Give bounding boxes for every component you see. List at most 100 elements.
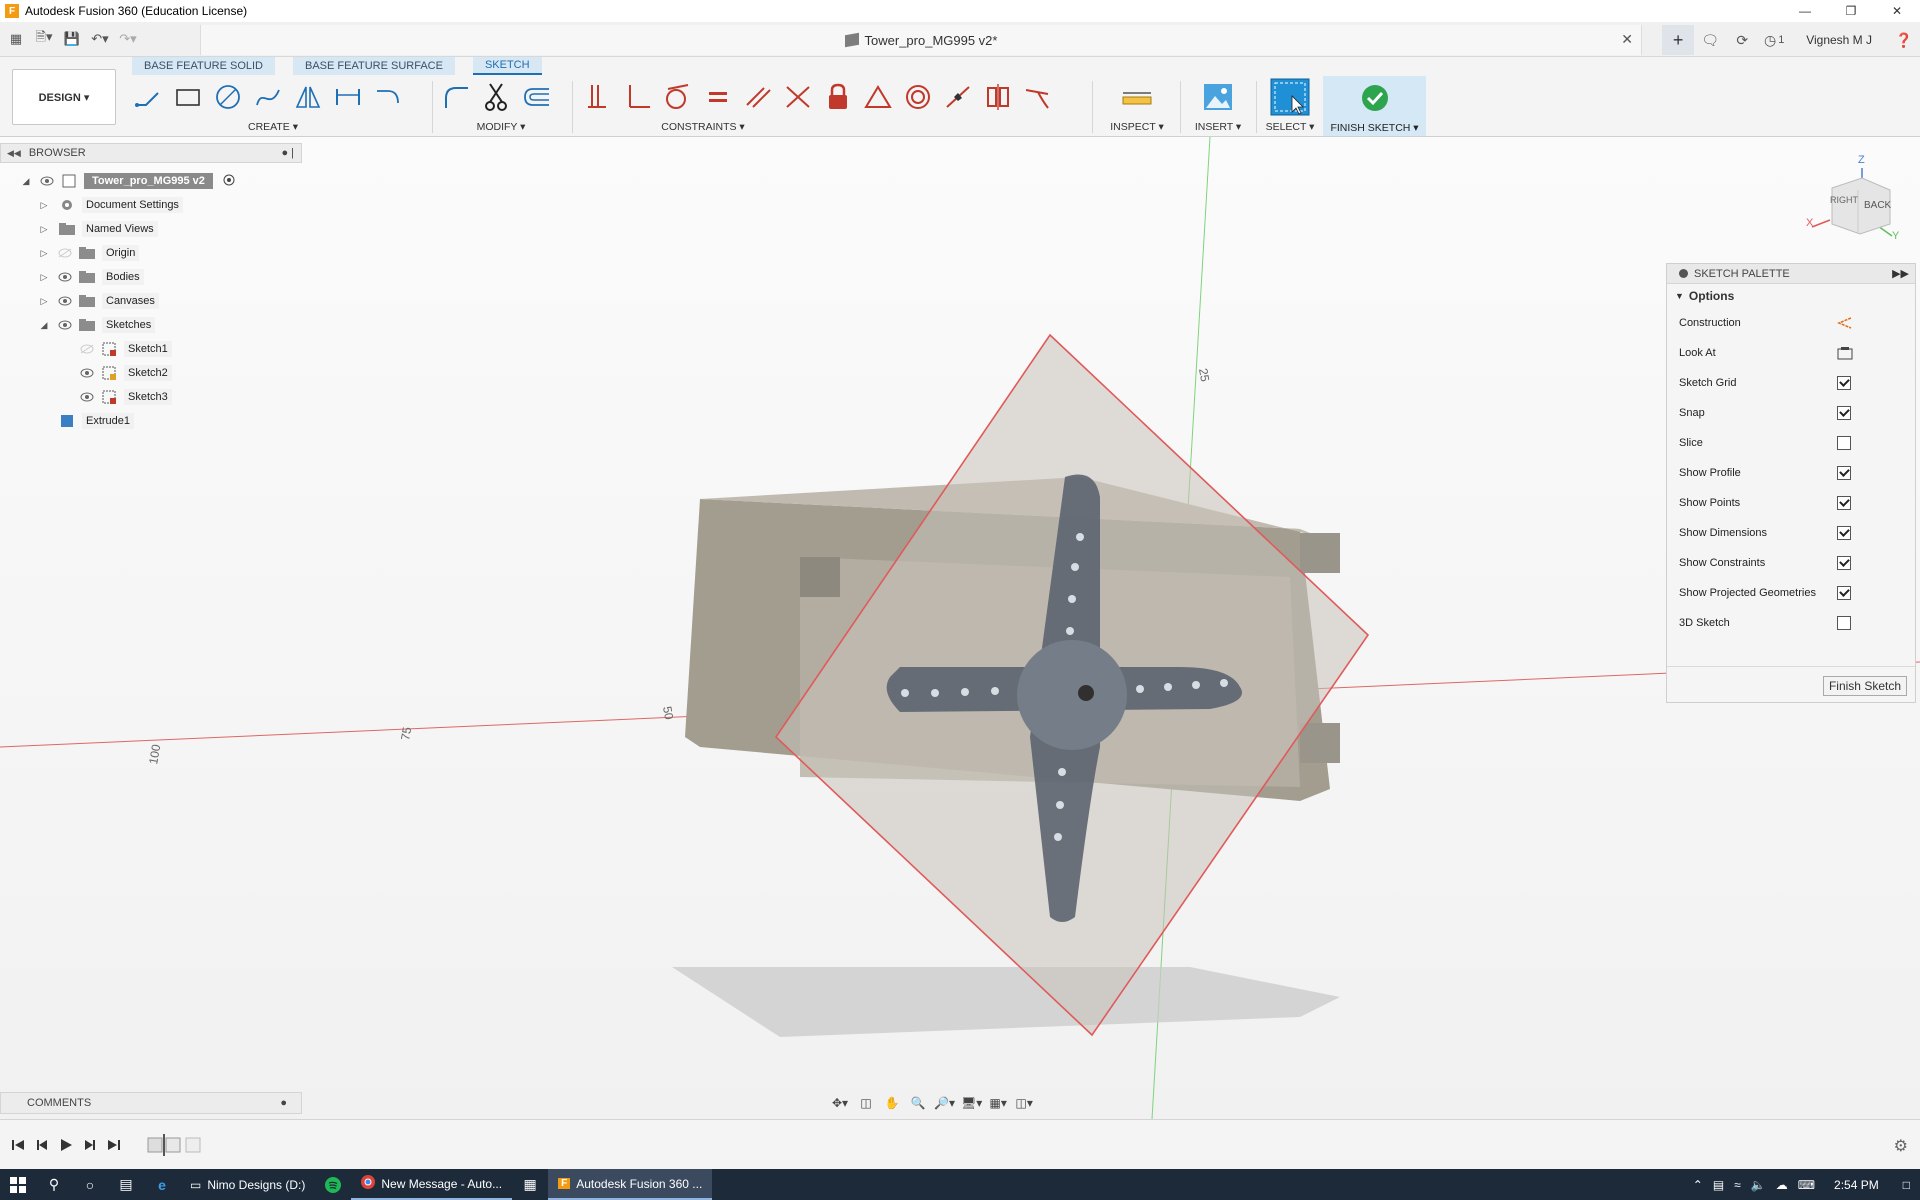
insert-group-label[interactable]: INSERT ▾ — [1184, 121, 1252, 133]
fit-zoom-icon[interactable]: 🔎▾ — [934, 1093, 955, 1113]
wifi-icon[interactable]: ≈ — [1729, 1178, 1746, 1192]
spline-tool-icon[interactable] — [248, 79, 288, 115]
symmetry-constraint-icon[interactable] — [978, 79, 1018, 115]
redo-icon[interactable]: ↷▾ — [116, 27, 140, 51]
go-to-end-icon[interactable] — [106, 1137, 122, 1153]
perpendicular-constraint-icon[interactable] — [618, 79, 658, 115]
finish-sketch-label[interactable]: FINISH SKETCH ▾ — [1323, 122, 1426, 134]
show-profile-checkbox[interactable] — [1837, 466, 1851, 480]
comments-panel[interactable]: COMMENTS ● — [0, 1092, 302, 1114]
expand-triangle-icon[interactable]: ▷ — [38, 271, 50, 283]
look-at-icon[interactable] — [1837, 346, 1853, 360]
coincident-constraint-icon[interactable] — [578, 79, 618, 115]
visibility-eye-icon[interactable] — [58, 294, 72, 308]
close-icon[interactable]: ✕ — [1874, 0, 1920, 22]
tab-base-feature-surface[interactable]: BASE FEATURE SURFACE — [293, 57, 455, 75]
browser-item-document-settings[interactable]: ▷ Document Settings — [38, 194, 183, 216]
task-view-icon[interactable]: ▤ — [108, 1169, 144, 1200]
concentric-constraint-icon[interactable] — [898, 79, 938, 115]
workspace-switcher-button[interactable]: DESIGN ▾ — [12, 69, 116, 125]
fillet-tool-icon[interactable] — [436, 79, 476, 115]
curvature-constraint-icon[interactable] — [1018, 79, 1058, 115]
sketch-palette-header[interactable]: SKETCH PALETTE ▶▶ — [1667, 264, 1915, 284]
snap-checkbox[interactable] — [1837, 406, 1851, 420]
collapse-triangle-icon[interactable]: ◢ — [38, 319, 50, 331]
browser-root-node[interactable]: ◢ Tower_pro_MG995 v2 — [20, 170, 235, 192]
display-settings-icon[interactable]: 🖥▾ — [961, 1093, 982, 1113]
viewports-icon[interactable]: ◫▾ — [1014, 1093, 1034, 1113]
look-at-face-icon[interactable]: ◫ — [856, 1093, 876, 1113]
play-icon[interactable] — [58, 1137, 74, 1153]
circle-tool-icon[interactable] — [208, 79, 248, 115]
go-to-start-icon[interactable] — [10, 1137, 26, 1153]
view-cube-right-face[interactable]: RIGHT — [1830, 195, 1858, 205]
cortana-icon[interactable]: ○ — [72, 1169, 108, 1200]
triangle-constraint-icon[interactable] — [858, 79, 898, 115]
browser-item-named-views[interactable]: ▷ Named Views — [38, 218, 158, 240]
3d-viewport[interactable]: 100 75 50 25 — [0, 137, 1920, 1119]
browser-item-sketch2[interactable]: Sketch2 — [72, 362, 172, 384]
hidden-eye-icon[interactable] — [80, 342, 94, 356]
close-tab-icon[interactable]: ✕ — [1621, 31, 1633, 48]
inspect-group-label[interactable]: INSPECT ▾ — [1098, 121, 1176, 133]
visibility-eye-icon[interactable] — [80, 366, 94, 380]
expand-triangle-icon[interactable]: ▷ — [38, 295, 50, 307]
job-status-icon[interactable]: ◷ 1 — [1758, 25, 1790, 55]
network-icon[interactable]: ▤ — [1708, 1178, 1729, 1192]
visibility-eye-icon[interactable] — [58, 318, 72, 332]
orbit-icon[interactable]: ✥▾ — [830, 1093, 850, 1113]
select-cursor-icon[interactable] — [1270, 78, 1310, 116]
show-points-checkbox[interactable] — [1837, 496, 1851, 510]
parallel-constraint-icon[interactable] — [738, 79, 778, 115]
visibility-eye-icon[interactable] — [80, 390, 94, 404]
collinear-constraint-icon[interactable] — [778, 79, 818, 115]
palette-close-icon[interactable] — [1679, 269, 1688, 278]
finish-sketch-button[interactable]: Finish Sketch — [1822, 676, 1907, 696]
expand-triangle-icon[interactable]: ▷ — [38, 223, 50, 235]
fix-lock-icon[interactable] — [818, 79, 858, 115]
taskbar-app-file-explorer[interactable]: ▭ Nimo Designs (D:) — [180, 1169, 315, 1200]
calculator-icon[interactable]: ▦ — [512, 1169, 548, 1200]
tab-sketch[interactable]: SKETCH — [472, 57, 542, 75]
browser-item-sketch1[interactable]: Sketch1 — [72, 338, 172, 360]
browser-header[interactable]: ◀◀ BROWSER ● | — [0, 143, 302, 163]
restore-icon[interactable]: ❐ — [1828, 0, 1874, 22]
insert-image-icon[interactable] — [1198, 79, 1238, 115]
pan-hand-icon[interactable]: ✋ — [882, 1093, 902, 1113]
sketch-grid-checkbox[interactable] — [1837, 376, 1851, 390]
extensions-icon[interactable]: ⟳ — [1726, 25, 1758, 55]
timeline-features[interactable] — [146, 1134, 206, 1156]
finish-sketch-check-icon[interactable] — [1361, 84, 1389, 115]
tab-base-feature-solid[interactable]: BASE FEATURE SOLID — [132, 57, 275, 75]
equal-constraint-icon[interactable] — [698, 79, 738, 115]
show-projected-geometries-checkbox[interactable] — [1837, 586, 1851, 600]
save-icon[interactable]: 💾 — [60, 27, 84, 51]
step-back-icon[interactable] — [34, 1137, 50, 1153]
undo-icon[interactable]: ↶▾ — [88, 27, 112, 51]
collapse-browser-icon[interactable]: ◀◀ — [7, 148, 21, 159]
edge-browser-icon[interactable]: e — [144, 1169, 180, 1200]
zoom-icon[interactable]: 🔍 — [908, 1093, 928, 1113]
view-cube[interactable]: X Y Z RIGHT BACK — [1800, 150, 1900, 250]
activate-radio-icon[interactable] — [223, 174, 235, 189]
midpoint-constraint-icon[interactable] — [938, 79, 978, 115]
show-constraints-checkbox[interactable] — [1837, 556, 1851, 570]
data-panel-grid-icon[interactable]: ▦ — [4, 27, 28, 51]
trim-scissors-icon[interactable] — [476, 79, 516, 115]
select-group-label[interactable]: SELECT ▾ — [1258, 121, 1322, 133]
visibility-eye-icon[interactable] — [40, 174, 54, 188]
onedrive-cloud-icon[interactable]: ☁ — [1771, 1178, 1793, 1192]
view-cube-back-face[interactable]: BACK — [1864, 200, 1891, 211]
browser-item-sketch3[interactable]: Sketch3 — [72, 386, 172, 408]
windows-start-icon[interactable] — [0, 1169, 36, 1200]
fillet-arc-tool-icon[interactable] — [368, 79, 408, 115]
volume-icon[interactable]: 🔈 — [1746, 1178, 1771, 1192]
rectangle-tool-icon[interactable] — [168, 79, 208, 115]
keyboard-icon[interactable]: ⌨ — [1793, 1178, 1820, 1192]
browser-item-extrude1[interactable]: Extrude1 — [52, 410, 135, 432]
browser-item-sketches[interactable]: ◢ Sketches — [38, 314, 156, 336]
create-group-label[interactable]: CREATE ▾ — [128, 121, 418, 133]
line-tool-icon[interactable] — [128, 79, 168, 115]
construction-icon[interactable] — [1836, 316, 1852, 330]
file-menu-icon[interactable]: 🗎▾ — [32, 27, 56, 51]
